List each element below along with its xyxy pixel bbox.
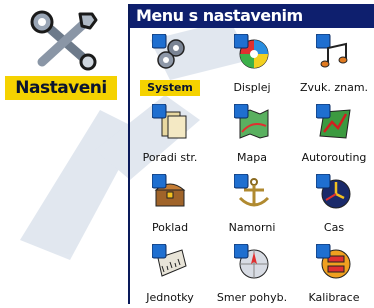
- menu-item-label: Zvuk. znam.: [299, 81, 369, 94]
- color-wheel-icon: [234, 34, 269, 69]
- ruler-icon: [152, 244, 187, 277]
- route-icon: [316, 104, 351, 139]
- wrench-icon: [30, 10, 98, 71]
- menu-item-treasure[interactable]: Poklad: [130, 170, 210, 238]
- clock-icon: [316, 174, 351, 209]
- music-note-icon: [316, 34, 348, 68]
- menu-item-time[interactable]: Cas: [294, 170, 374, 238]
- menu-item-heading[interactable]: Smer pohyb.: [212, 240, 292, 308]
- menu-item-system[interactable]: System: [130, 30, 210, 98]
- map-icon: [234, 104, 269, 139]
- menu-item-label: Namorni: [228, 221, 276, 234]
- menu-item-label: Poradi str.: [142, 151, 198, 164]
- anchor-icon: [234, 174, 270, 207]
- menu-item-label: Mapa: [237, 151, 267, 164]
- pages-icon: [152, 104, 187, 139]
- settings-label: Nastaveni: [5, 76, 117, 100]
- menu-item-page-order[interactable]: Poradi str.: [130, 100, 210, 168]
- menu-item-marine[interactable]: Namorni: [212, 170, 292, 238]
- treasure-chest-icon: [152, 174, 186, 207]
- menu-title: Menu s nastavenim: [130, 4, 374, 28]
- compass-icon: [234, 244, 269, 279]
- gears-icon: [152, 34, 185, 69]
- menu-item-label: Displej: [233, 81, 271, 94]
- menu-item-calibration[interactable]: Kalibrace: [294, 240, 374, 308]
- menu-item-display[interactable]: Displej: [212, 30, 292, 98]
- menu-item-units[interactable]: Jednotky: [130, 240, 210, 308]
- menu-item-label: Poklad: [151, 221, 189, 234]
- menu-item-autorouting[interactable]: Autorouting: [294, 100, 374, 168]
- settings-menu: Menu s nastavenim System Displej Zvuk. z…: [128, 4, 374, 304]
- menu-grid: System Displej Zvuk. znam. Poradi str. M…: [130, 30, 374, 304]
- menu-item-label: Autorouting: [301, 151, 367, 164]
- menu-item-sounds[interactable]: Zvuk. znam.: [294, 30, 374, 98]
- calibration-icon: [316, 244, 351, 279]
- menu-item-label: Cas: [323, 221, 345, 234]
- menu-item-map[interactable]: Mapa: [212, 100, 292, 168]
- menu-item-label: System: [140, 80, 200, 96]
